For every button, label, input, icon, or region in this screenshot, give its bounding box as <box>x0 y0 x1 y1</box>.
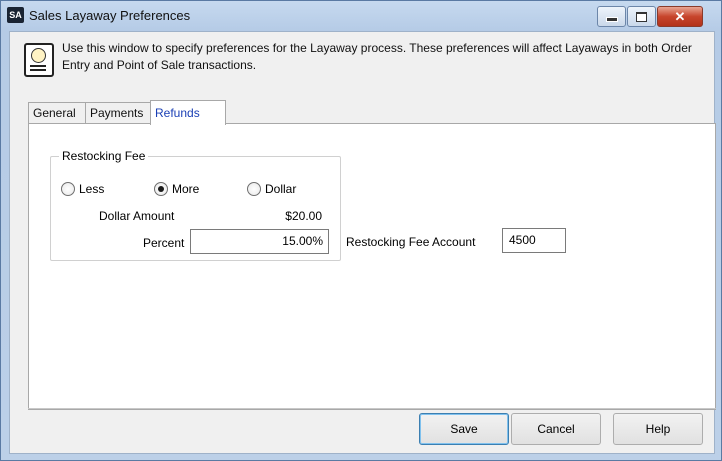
document-info-icon <box>24 43 54 77</box>
radio-dollar-circle-icon[interactable] <box>247 182 261 196</box>
restocking-fee-group-title: Restocking Fee <box>59 149 149 163</box>
cancel-button[interactable]: Cancel <box>511 413 601 445</box>
help-button[interactable]: Help <box>613 413 703 445</box>
percent-field[interactable]: 15.00% <box>190 229 329 254</box>
header-description: Use this window to specify preferences f… <box>62 41 692 72</box>
dollar-amount-label: Dollar Amount <box>99 209 175 223</box>
radio-less-circle-icon[interactable] <box>61 182 75 196</box>
tab-general[interactable]: General <box>28 102 90 124</box>
window-title: Sales Layaway Preferences <box>29 8 191 23</box>
app-icon: SA <box>7 7 24 23</box>
radio-dollar-label: Dollar <box>265 182 297 196</box>
radio-more-circle-icon[interactable] <box>154 182 168 196</box>
close-icon: ✕ <box>674 9 686 24</box>
sales-layaway-preferences-window: SA Sales Layaway Preferences ✕ Use this … <box>0 0 722 461</box>
radio-less[interactable]: Less <box>61 182 104 196</box>
radio-less-label: Less <box>79 182 105 196</box>
tab-refunds[interactable]: Refunds <box>150 100 226 125</box>
maximize-button[interactable] <box>627 6 656 27</box>
close-button[interactable]: ✕ <box>657 6 703 27</box>
header-band: Use this window to specify preferences f… <box>10 32 714 110</box>
refunds-tab-panel: Restocking Fee Less More Dollar Dollar A… <box>28 123 716 410</box>
restocking-fee-account-field[interactable]: 4500 <box>502 228 566 253</box>
radio-dollar[interactable]: Dollar <box>247 182 296 196</box>
radio-more[interactable]: More <box>154 182 199 196</box>
restocking-fee-account-label: Restocking Fee Account <box>346 235 476 249</box>
title-bar[interactable]: SA Sales Layaway Preferences ✕ <box>1 1 721 31</box>
save-button[interactable]: Save <box>419 413 509 445</box>
minimize-button[interactable] <box>597 6 626 27</box>
maximize-icon <box>636 11 647 22</box>
tab-payments[interactable]: Payments <box>85 102 157 124</box>
restocking-fee-group: Restocking Fee Less More Dollar Dollar A… <box>50 149 341 261</box>
minimize-icon <box>605 17 618 22</box>
percent-label: Percent <box>143 236 185 250</box>
radio-more-label: More <box>172 182 200 196</box>
dollar-amount-value: $20.00 <box>285 209 322 223</box>
footer-divider <box>28 408 716 409</box>
